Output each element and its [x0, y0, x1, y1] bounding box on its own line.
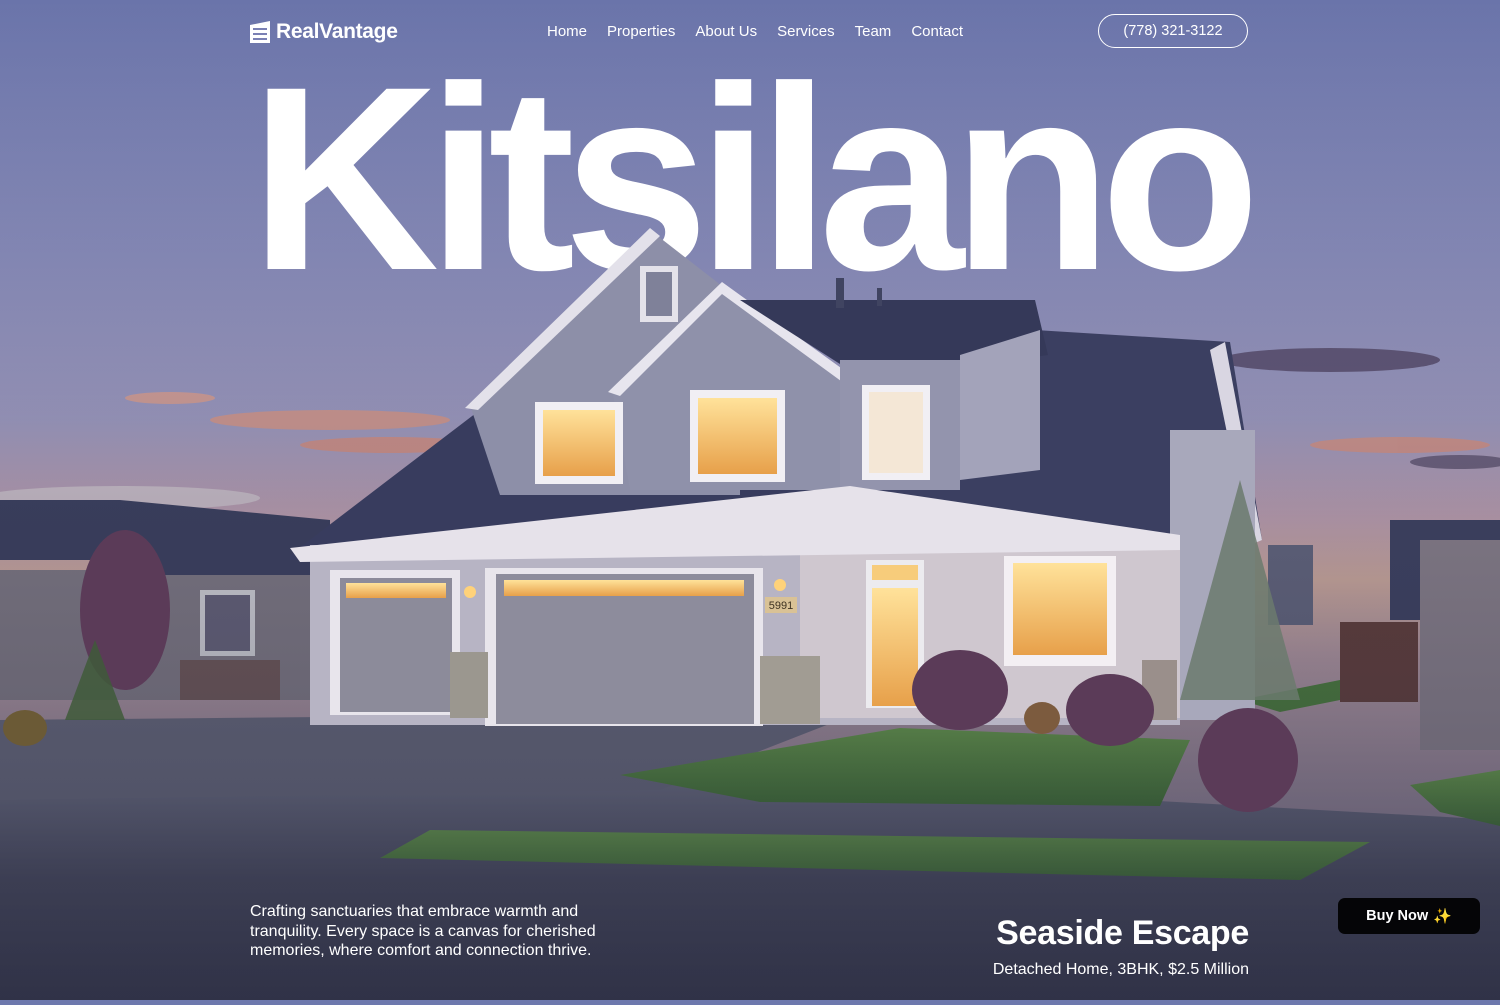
brand-name: RealVantage [276, 20, 398, 43]
main-menu: Home Properties About Us Services Team C… [547, 23, 963, 40]
nav-link-properties[interactable]: Properties [607, 23, 675, 40]
hero-headline: Kitsilano [250, 32, 1260, 325]
sparkle-icon: ✨ [1433, 908, 1452, 925]
building-logo-icon [250, 21, 270, 43]
hero-tagline: Crafting sanctuaries that embrace warmth… [250, 903, 596, 959]
buy-now-label: Buy Now [1366, 908, 1429, 924]
listing-title: Seaside Escape [996, 914, 1249, 952]
top-navbar: RealVantage Home Properties About Us Ser… [0, 0, 1500, 64]
listing-details: Detached Home, 3BHK, $2.5 Million [992, 961, 1249, 978]
nav-link-about-us[interactable]: About Us [695, 23, 757, 40]
nav-link-contact[interactable]: Contact [911, 23, 963, 40]
nav-link-team[interactable]: Team [855, 23, 892, 40]
buy-now-button[interactable]: Buy Now ✨ [1338, 898, 1480, 934]
phone-button[interactable]: (778) 321-3122 [1098, 14, 1248, 48]
nav-link-home[interactable]: Home [547, 23, 587, 40]
brand-logo[interactable]: RealVantage [250, 20, 398, 44]
nav-link-services[interactable]: Services [777, 23, 835, 40]
